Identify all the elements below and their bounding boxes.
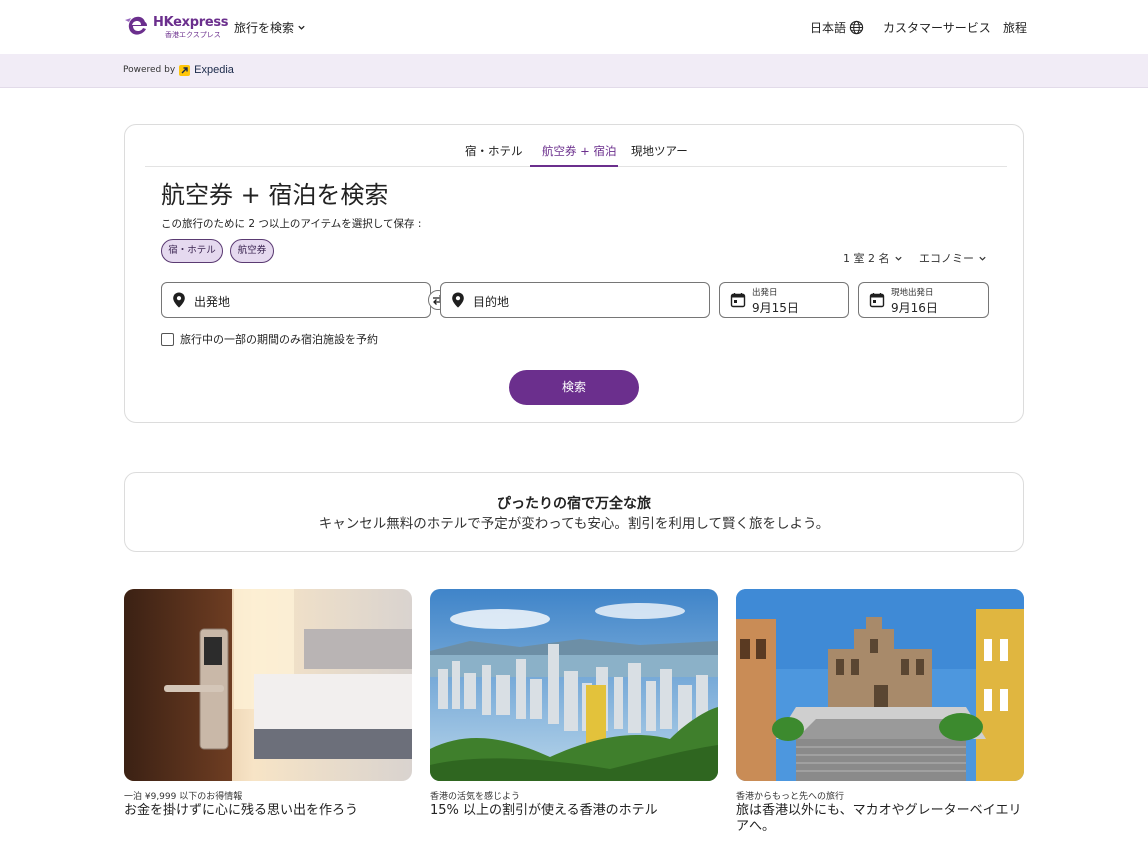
expedia-wordmark: Expedia <box>194 64 234 76</box>
promo-title: ぴったりの宿で万全な旅 <box>497 496 651 512</box>
card-title: 旅は香港以外にも、マカオやグレーターベイエリアへ。 <box>736 803 1022 834</box>
nav-search-trips[interactable]: 旅行を検索 <box>234 19 306 36</box>
chip-flights[interactable]: 航空券 <box>230 239 274 263</box>
macau-ruins-image <box>736 589 1024 781</box>
origin-field[interactable]: 出発地 <box>161 282 431 318</box>
globe-icon <box>849 20 864 35</box>
hk-express-logo[interactable]: HKexpress 香港エクスプレス <box>123 12 229 42</box>
map-pin-icon <box>452 292 464 308</box>
chevron-down-icon <box>894 256 902 261</box>
card-kicker: 一泊 ¥9,999 以下のお得情報 <box>124 792 243 802</box>
depart-date-label: 出発日 <box>752 288 778 298</box>
search-button[interactable]: 検索 <box>509 370 639 405</box>
expedia-arrow-icon <box>179 64 191 76</box>
search-form-card: 宿・ホテル 航空券 + 宿泊 現地ツアー 航空券 + 宿泊を検索 この旅行のため… <box>124 124 1024 423</box>
calendar-icon <box>730 293 746 308</box>
active-tab-indicator <box>530 165 618 167</box>
hong-kong-skyline-image <box>430 589 718 781</box>
partial-stay-option[interactable]: 旅行中の一部の期間のみ宿泊施設を予約 <box>161 331 378 347</box>
chevron-down-icon <box>979 256 986 261</box>
search-subtitle: この旅行のために 2 つ以上のアイテムを選択して保存 : <box>161 218 422 230</box>
destination-field[interactable]: 目的地 <box>440 282 710 318</box>
origin-placeholder: 出発地 <box>194 295 231 309</box>
map-pin-icon <box>173 292 185 308</box>
card-title: お金を掛けずに心に残る思い出を作ろう <box>124 803 359 818</box>
powered-by-label: Powered by <box>123 65 176 75</box>
site-header: HKexpress 香港エクスプレス 旅行を検索 日本語 カスタマーサービス 旅… <box>0 0 1148 54</box>
powered-by-bar: Powered by Expedia <box>0 54 1148 88</box>
language-selector[interactable]: 日本語 <box>810 19 864 36</box>
customer-service-link[interactable]: カスタマーサービス <box>883 19 991 36</box>
card-kicker: 香港の活気を感じよう <box>430 792 521 802</box>
cabin-class-dropdown[interactable]: エコノミー <box>919 250 987 266</box>
travelers-dropdown[interactable]: 1 室 2 名 <box>843 250 903 266</box>
trips-link[interactable]: 旅程 <box>1003 19 1027 36</box>
logo-subtitle: 香港エクスプレス <box>165 31 221 39</box>
language-label: 日本語 <box>810 21 847 35</box>
logo-e-icon <box>125 16 147 35</box>
partial-stay-checkbox[interactable] <box>161 332 174 346</box>
tab-flight-hotel[interactable]: 航空券 + 宿泊 <box>542 143 616 159</box>
tab-stays[interactable]: 宿・ホテル <box>465 143 523 159</box>
return-date-label: 現地出発日 <box>891 288 934 298</box>
promo-subtitle: キャンセル無料のホテルで予定が変わっても安心。割引を利用して賢く旅をしよう。 <box>318 516 830 532</box>
search-title: 航空券 + 宿泊を検索 <box>161 181 389 209</box>
card-title: 15% 以上の割引が使える香港のホテル <box>430 803 658 818</box>
nav-search-label: 旅行を検索 <box>234 21 295 35</box>
return-date-value: 9月16日 <box>891 301 938 315</box>
tab-activities[interactable]: 現地ツアー <box>631 143 688 159</box>
destination-placeholder: 目的地 <box>473 295 510 309</box>
return-date-field[interactable]: 現地出発日 9月16日 <box>858 282 989 318</box>
chip-stays[interactable]: 宿・ホテル <box>161 239 223 263</box>
logo-wordmark: HKexpress <box>153 15 229 30</box>
calendar-icon <box>869 293 885 308</box>
card-kicker: 香港からもっと先への旅行 <box>736 792 845 802</box>
search-tabs: 宿・ホテル 航空券 + 宿泊 現地ツアー <box>145 137 1007 167</box>
cabin-class-label: エコノミー <box>919 252 974 265</box>
partial-stay-label: 旅行中の一部の期間のみ宿泊施設を予約 <box>180 333 378 346</box>
depart-date-field[interactable]: 出発日 9月15日 <box>719 282 849 318</box>
depart-date-value: 9月15日 <box>752 301 799 315</box>
promo-banner: ぴったりの宿で万全な旅 キャンセル無料のホテルで予定が変わっても安心。割引を利用… <box>124 472 1024 552</box>
chevron-down-icon <box>298 25 305 30</box>
travelers-label: 1 室 2 名 <box>843 252 890 265</box>
hotel-room-image <box>124 589 412 781</box>
